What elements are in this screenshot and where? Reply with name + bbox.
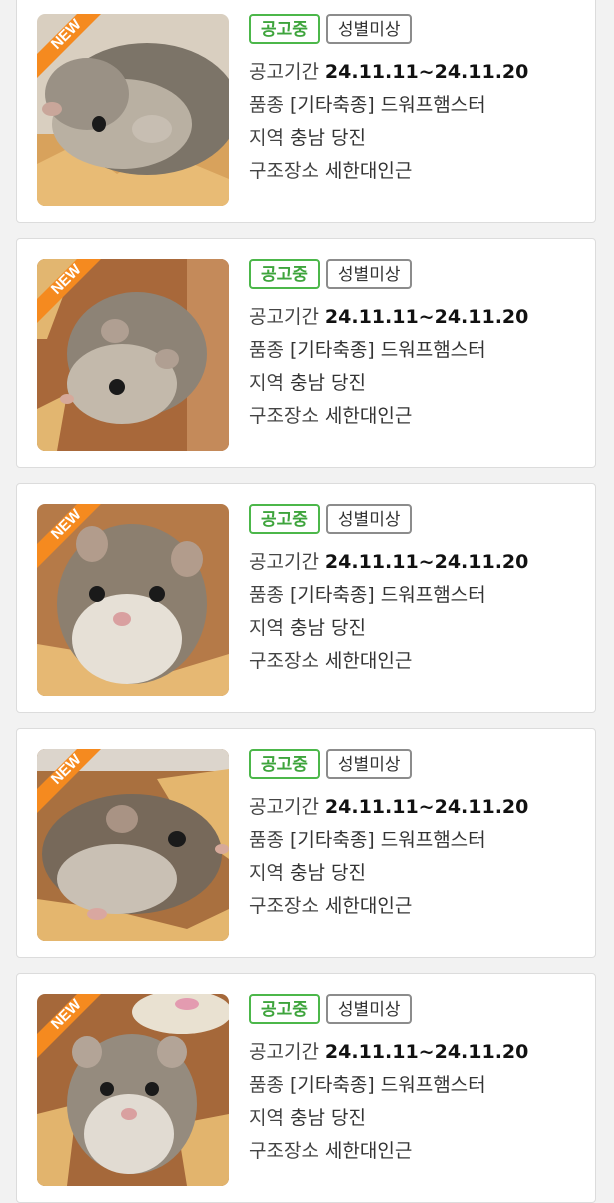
rescue-location-label: 구조장소: [249, 160, 319, 182]
gender-badge: 성별미상: [325, 259, 413, 289]
rescue-location-value: 세한대인근: [324, 895, 413, 917]
animal-card[interactable]: NEW 공고중 성별미상 공고기간 24.11.11~24.11.20 품종 [기타…: [16, 728, 596, 958]
region-label: 지역: [249, 127, 284, 149]
animal-card[interactable]: NEW 공고중 성별미상 공고기간 24.11.11~24.11.20 품종 [기타…: [16, 973, 596, 1203]
rescue-location-label: 구조장소: [249, 895, 319, 917]
new-ribbon: NEW: [37, 749, 101, 813]
new-ribbon: NEW: [37, 14, 101, 78]
gender-badge: 성별미상: [325, 504, 413, 534]
region-row: 지역 충남 당진: [249, 857, 579, 890]
gender-badge: 성별미상: [325, 14, 413, 44]
card-info: 공고중 성별미상 공고기간 24.11.11~24.11.20 품종 [기타축종] …: [249, 994, 579, 1168]
breed-value: [기타축종] 드워프햄스터: [289, 94, 486, 116]
breed-row: 품종 [기타축종] 드워프햄스터: [249, 89, 579, 122]
breed-label: 품종: [249, 1074, 284, 1096]
animal-card[interactable]: NEW 공고중 성별미상 공고기간 24.11.11~24.11.20 품종 [기타…: [16, 483, 596, 713]
breed-label: 품종: [249, 339, 284, 361]
breed-value: [기타축종] 드워프햄스터: [289, 829, 486, 851]
notice-period-label: 공고기간: [249, 551, 319, 573]
breed-row: 품종 [기타축종] 드워프햄스터: [249, 824, 579, 857]
breed-label: 품종: [249, 584, 284, 606]
status-badge: 공고중: [249, 259, 320, 289]
hamster-photo[interactable]: NEW: [37, 504, 229, 696]
new-ribbon: NEW: [37, 259, 101, 323]
region-label: 지역: [249, 617, 284, 639]
region-label: 지역: [249, 372, 284, 394]
new-ribbon: NEW: [37, 994, 101, 1058]
hamster-photo[interactable]: NEW: [37, 259, 229, 451]
animal-card[interactable]: NEW 공고중 성별미상 공고기간 24.11.11~24.11.20 품종 [기타…: [16, 238, 596, 468]
region-value: 충남 당진: [289, 127, 366, 149]
notice-period-row: 공고기간 24.11.11~24.11.20: [249, 791, 579, 824]
breed-value: [기타축종] 드워프햄스터: [289, 1074, 486, 1096]
breed-label: 품종: [249, 829, 284, 851]
region-label: 지역: [249, 862, 284, 884]
notice-period-row: 공고기간 24.11.11~24.11.20: [249, 546, 579, 579]
breed-row: 품종 [기타축종] 드워프햄스터: [249, 579, 579, 612]
region-row: 지역 충남 당진: [249, 122, 579, 155]
status-badge: 공고중: [249, 994, 320, 1024]
rescue-location-value: 세한대인근: [324, 650, 413, 672]
region-value: 충남 당진: [289, 617, 366, 639]
rescue-location-row: 구조장소 세한대인근: [249, 890, 579, 923]
rescue-location-row: 구조장소 세한대인근: [249, 1135, 579, 1168]
gender-badge: 성별미상: [325, 749, 413, 779]
card-info: 공고중 성별미상 공고기간 24.11.11~24.11.20 품종 [기타축종] …: [249, 504, 579, 678]
status-badge: 공고중: [249, 504, 320, 534]
notice-period-label: 공고기간: [249, 796, 319, 818]
hamster-photo[interactable]: NEW: [37, 749, 229, 941]
breed-row: 품종 [기타축종] 드워프햄스터: [249, 1069, 579, 1102]
card-info: 공고중 성별미상 공고기간 24.11.11~24.11.20 품종 [기타축종] …: [249, 749, 579, 923]
rescue-location-value: 세한대인근: [324, 405, 413, 427]
new-ribbon: NEW: [37, 504, 101, 568]
notice-period-row: 공고기간 24.11.11~24.11.20: [249, 56, 579, 89]
rescue-location-value: 세한대인근: [324, 160, 413, 182]
notice-period-value: 24.11.11~24.11.20: [324, 61, 529, 83]
rescue-location-label: 구조장소: [249, 650, 319, 672]
notice-period-value: 24.11.11~24.11.20: [324, 306, 529, 328]
rescue-location-row: 구조장소 세한대인근: [249, 400, 579, 433]
notice-period-value: 24.11.11~24.11.20: [324, 551, 529, 573]
region-row: 지역 충남 당진: [249, 367, 579, 400]
rescue-location-value: 세한대인근: [324, 1140, 413, 1162]
notice-period-row: 공고기간 24.11.11~24.11.20: [249, 301, 579, 334]
breed-value: [기타축종] 드워프햄스터: [289, 339, 486, 361]
region-value: 충남 당진: [289, 1107, 366, 1129]
notice-period-label: 공고기간: [249, 61, 319, 83]
notice-period-value: 24.11.11~24.11.20: [324, 796, 529, 818]
card-info: 공고중 성별미상 공고기간 24.11.11~24.11.20 품종 [기타축종] …: [249, 259, 579, 433]
breed-label: 품종: [249, 94, 284, 116]
animal-card[interactable]: NEW 공고중 성별미상 공고기간 24.11.11~24.11.20 품종 [기타…: [16, 0, 596, 223]
card-info: 공고중 성별미상 공고기간 24.11.11~24.11.20 품종 [기타축종] …: [249, 14, 579, 188]
notice-period-value: 24.11.11~24.11.20: [324, 1041, 529, 1063]
region-row: 지역 충남 당진: [249, 1102, 579, 1135]
badge-group: 공고중 성별미상: [249, 504, 579, 536]
hamster-photo[interactable]: NEW: [37, 994, 229, 1186]
badge-group: 공고중 성별미상: [249, 994, 579, 1026]
badge-group: 공고중 성별미상: [249, 259, 579, 291]
breed-row: 품종 [기타축종] 드워프햄스터: [249, 334, 579, 367]
rescue-location-row: 구조장소 세한대인근: [249, 155, 579, 188]
badge-group: 공고중 성별미상: [249, 749, 579, 781]
notice-period-row: 공고기간 24.11.11~24.11.20: [249, 1036, 579, 1069]
status-badge: 공고중: [249, 14, 320, 44]
notice-period-label: 공고기간: [249, 1041, 319, 1063]
notice-period-label: 공고기간: [249, 306, 319, 328]
breed-value: [기타축종] 드워프햄스터: [289, 584, 486, 606]
rescue-location-label: 구조장소: [249, 1140, 319, 1162]
rescue-location-label: 구조장소: [249, 405, 319, 427]
region-value: 충남 당진: [289, 862, 366, 884]
region-row: 지역 충남 당진: [249, 612, 579, 645]
gender-badge: 성별미상: [325, 994, 413, 1024]
rescue-location-row: 구조장소 세한대인근: [249, 645, 579, 678]
hamster-photo[interactable]: NEW: [37, 14, 229, 206]
region-value: 충남 당진: [289, 372, 366, 394]
region-label: 지역: [249, 1107, 284, 1129]
status-badge: 공고중: [249, 749, 320, 779]
badge-group: 공고중 성별미상: [249, 14, 579, 46]
